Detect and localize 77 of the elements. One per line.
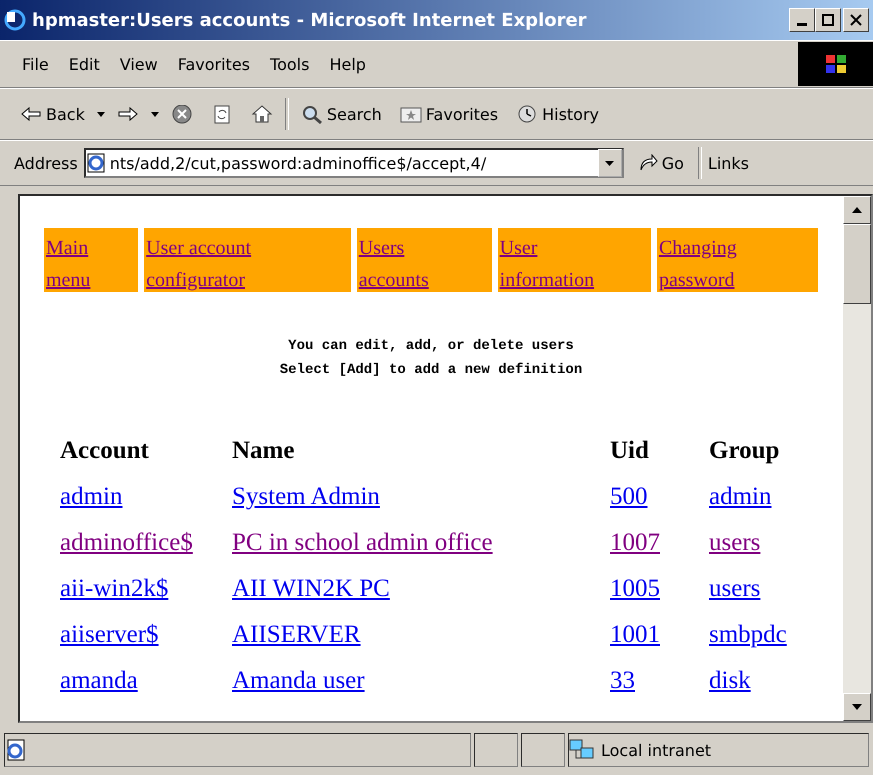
table-link[interactable]: AII WIN2K PC <box>232 575 390 602</box>
zone-label: Local intranet <box>601 740 712 760</box>
browser-icon <box>4 9 26 31</box>
table-link[interactable]: aiiserver$ <box>60 621 159 648</box>
table-link[interactable]: adminoffice$ <box>60 529 193 556</box>
scroll-up-button[interactable] <box>843 196 871 224</box>
up-arrow-icon <box>852 207 862 213</box>
menu-item[interactable]: Help <box>321 50 374 78</box>
caret-icon <box>605 160 614 166</box>
go-arrow-icon <box>638 154 658 172</box>
minimize-icon <box>797 22 807 26</box>
stop-icon[interactable] <box>170 104 193 124</box>
table-link[interactable]: 1007 <box>610 529 660 556</box>
table-link[interactable]: aii-win2k$ <box>60 575 168 602</box>
table-link[interactable]: System Admin <box>232 483 380 510</box>
close-icon <box>850 14 862 26</box>
back-button[interactable]: Back <box>14 100 91 128</box>
column-header: Name <box>232 437 294 464</box>
favorites-icon <box>400 104 422 124</box>
history-icon <box>516 104 538 124</box>
nav-link[interactable]: User account configurator <box>146 232 268 296</box>
page-icon <box>5 739 27 761</box>
table-link[interactable]: users <box>709 575 760 602</box>
table-link[interactable]: 33 <box>610 667 635 694</box>
menu-item[interactable]: Tools <box>262 50 318 78</box>
status-pane <box>474 733 518 767</box>
table-link[interactable]: admin <box>709 483 772 510</box>
page-icon <box>86 153 106 173</box>
menu-item[interactable]: View <box>112 50 166 78</box>
forward-icon[interactable] <box>116 104 139 124</box>
windows-logo-icon <box>798 42 873 86</box>
nav-link[interactable]: Changing password <box>658 232 754 296</box>
down-arrow-icon <box>852 704 862 710</box>
table-link[interactable]: 500 <box>610 483 648 510</box>
dropdown-caret-icon[interactable] <box>96 112 105 116</box>
table-link[interactable]: smbpdc <box>709 621 787 648</box>
window-title: hpmaster:Users accounts - Microsoft Internet Explorer <box>32 10 588 30</box>
maximize-button[interactable] <box>815 8 841 32</box>
table-link[interactable]: AIISERVER <box>232 621 361 648</box>
table-link[interactable]: users <box>709 529 760 556</box>
address-label: Address <box>14 154 78 172</box>
table-link[interactable]: admin <box>60 483 122 510</box>
back-icon <box>20 104 42 124</box>
menu-item[interactable]: Favorites <box>170 50 258 78</box>
search-button[interactable]: Search <box>294 100 388 128</box>
maximize-icon <box>822 14 834 26</box>
column-header: Group <box>709 437 780 464</box>
column-header: Account <box>60 437 149 464</box>
scroll-down-button[interactable] <box>843 693 871 721</box>
table-link[interactable]: disk <box>709 667 751 694</box>
column-header: Uid <box>610 437 649 464</box>
intro-text: You can edit, add, or delete users <box>287 337 575 356</box>
minimize-button[interactable] <box>789 8 815 32</box>
history-button[interactable]: History <box>510 100 606 128</box>
table-link[interactable]: 1005 <box>610 575 660 602</box>
dropdown-caret-icon[interactable] <box>150 112 159 116</box>
menu-item[interactable]: File <box>14 50 57 78</box>
table-link[interactable]: Amanda user <box>232 667 365 694</box>
address-field[interactable]: nts/add,2/cut,password:adminoffice$/accept,4/ <box>84 148 624 178</box>
favorites-button[interactable]: Favorites <box>394 100 504 128</box>
table-link[interactable]: amanda <box>60 667 138 694</box>
scrollbar[interactable] <box>843 196 871 721</box>
intro-text: Select [Add] to add a new definition <box>278 361 584 380</box>
nav-link[interactable]: Main menu <box>46 232 100 296</box>
table-link[interactable]: PC in school admin office <box>232 529 493 556</box>
links-button[interactable]: Links <box>708 154 750 172</box>
close-button[interactable] <box>843 8 869 32</box>
dropdown-button[interactable] <box>598 149 622 177</box>
menu-item[interactable]: Edit <box>60 50 108 78</box>
status-pane <box>521 733 565 767</box>
table-link[interactable]: 1001 <box>610 621 660 648</box>
scroll-thumb[interactable] <box>843 224 871 304</box>
search-icon <box>300 104 323 124</box>
nav-link[interactable]: User information <box>500 232 594 296</box>
home-icon[interactable] <box>250 104 273 124</box>
go-button[interactable]: Go <box>630 154 692 172</box>
nav-link[interactable]: Users accounts <box>358 232 438 296</box>
